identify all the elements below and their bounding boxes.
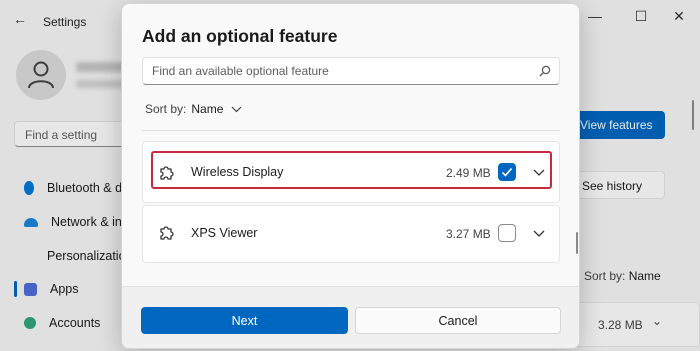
sort-value: Name bbox=[191, 102, 224, 116]
feature-size: 2.49 MB bbox=[446, 166, 491, 180]
puzzle-icon bbox=[160, 226, 174, 240]
search-icon bbox=[539, 65, 551, 77]
dialog-title: Add an optional feature bbox=[142, 26, 338, 46]
dialog-footer: Next Cancel bbox=[122, 286, 579, 348]
feature-name: XPS Viewer bbox=[191, 226, 258, 240]
feature-size: 3.27 MB bbox=[446, 227, 491, 241]
dialog-scrollbar[interactable] bbox=[576, 232, 578, 254]
feature-name: Wireless Display bbox=[191, 165, 284, 179]
checkmark-icon bbox=[501, 167, 513, 177]
xps-viewer-checkbox[interactable] bbox=[498, 224, 516, 242]
feature-search-input[interactable] bbox=[143, 58, 523, 84]
chevron-down-icon[interactable] bbox=[533, 230, 545, 237]
next-button[interactable]: Next bbox=[141, 307, 348, 334]
wireless-display-checkbox[interactable] bbox=[498, 163, 516, 181]
chevron-down-icon[interactable] bbox=[533, 169, 545, 176]
sort-label: Sort by: bbox=[145, 102, 187, 116]
sort-dropdown[interactable]: Sort by: Name bbox=[145, 102, 242, 116]
chevron-down-icon bbox=[231, 106, 242, 112]
cancel-button[interactable]: Cancel bbox=[355, 307, 561, 334]
add-optional-feature-dialog: Add an optional feature Sort by: Name Wi… bbox=[121, 3, 580, 349]
feature-search-box[interactable] bbox=[142, 57, 560, 85]
list-divider bbox=[142, 130, 560, 131]
puzzle-icon bbox=[160, 166, 174, 180]
